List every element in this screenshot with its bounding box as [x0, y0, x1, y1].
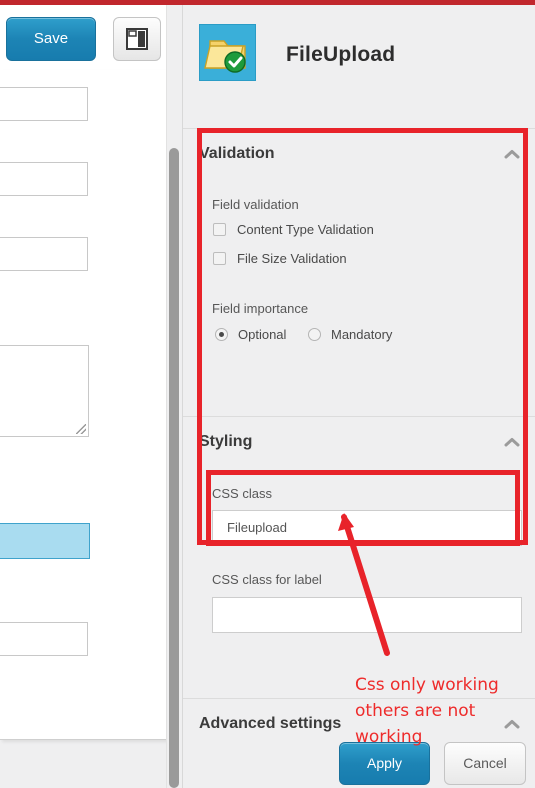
- properties-panel-header: FileUpload: [183, 5, 535, 110]
- save-button[interactable]: Save: [6, 17, 96, 61]
- content-type-validation-label: Content Type Validation: [237, 222, 374, 237]
- mandatory-label: Mandatory: [331, 327, 393, 342]
- field-validation-label: Field validation: [212, 197, 299, 212]
- section-title-advanced-settings: Advanced settings: [199, 715, 342, 732]
- optional-radio[interactable]: [215, 328, 228, 341]
- css-class-for-label-label: CSS class for label: [212, 572, 322, 587]
- folder-check-icon: [199, 24, 256, 81]
- form-editor-pane: Save: [0, 5, 182, 788]
- cancel-button[interactable]: Cancel: [444, 742, 526, 785]
- css-class-input[interactable]: Fileupload: [212, 510, 522, 546]
- editor-toolbar: Save: [0, 5, 167, 71]
- optional-label: Optional: [238, 327, 287, 342]
- apply-button[interactable]: Apply: [339, 742, 430, 785]
- screenshot-root: Save FileUpload Validation Field validat…: [0, 0, 535, 788]
- editor-scrollbar-thumb[interactable]: [169, 148, 179, 788]
- chevron-up-icon[interactable]: [504, 149, 520, 159]
- form-field-input[interactable]: [0, 87, 88, 121]
- section-title-validation: Validation: [199, 145, 275, 162]
- properties-panel-footer: Apply Cancel: [183, 733, 535, 788]
- css-class-label: CSS class: [212, 486, 272, 501]
- mandatory-radio[interactable]: [308, 328, 321, 341]
- file-size-validation-label: File Size Validation: [237, 251, 347, 266]
- properties-panel: FileUpload Validation Field validation C…: [182, 5, 535, 788]
- section-title-styling: Styling: [199, 433, 253, 450]
- form-field-input[interactable]: [0, 237, 88, 271]
- page-title: FileUpload: [286, 43, 396, 66]
- form-field-selected[interactable]: [0, 523, 90, 559]
- content-type-validation-checkbox[interactable]: [213, 223, 226, 236]
- layout-toggle-button[interactable]: [113, 17, 161, 61]
- form-canvas: [0, 70, 167, 740]
- form-field-input[interactable]: [0, 162, 88, 196]
- form-field-textarea[interactable]: [0, 345, 89, 437]
- chevron-up-icon[interactable]: [504, 437, 520, 447]
- css-class-for-label-input[interactable]: [212, 597, 522, 633]
- section-header-styling[interactable]: Styling: [183, 416, 535, 469]
- field-importance-label: Field importance: [212, 301, 309, 316]
- chevron-up-icon[interactable]: [504, 719, 520, 729]
- section-header-validation[interactable]: Validation: [183, 128, 535, 181]
- file-size-validation-checkbox[interactable]: [213, 252, 226, 265]
- form-field-input[interactable]: [0, 622, 88, 656]
